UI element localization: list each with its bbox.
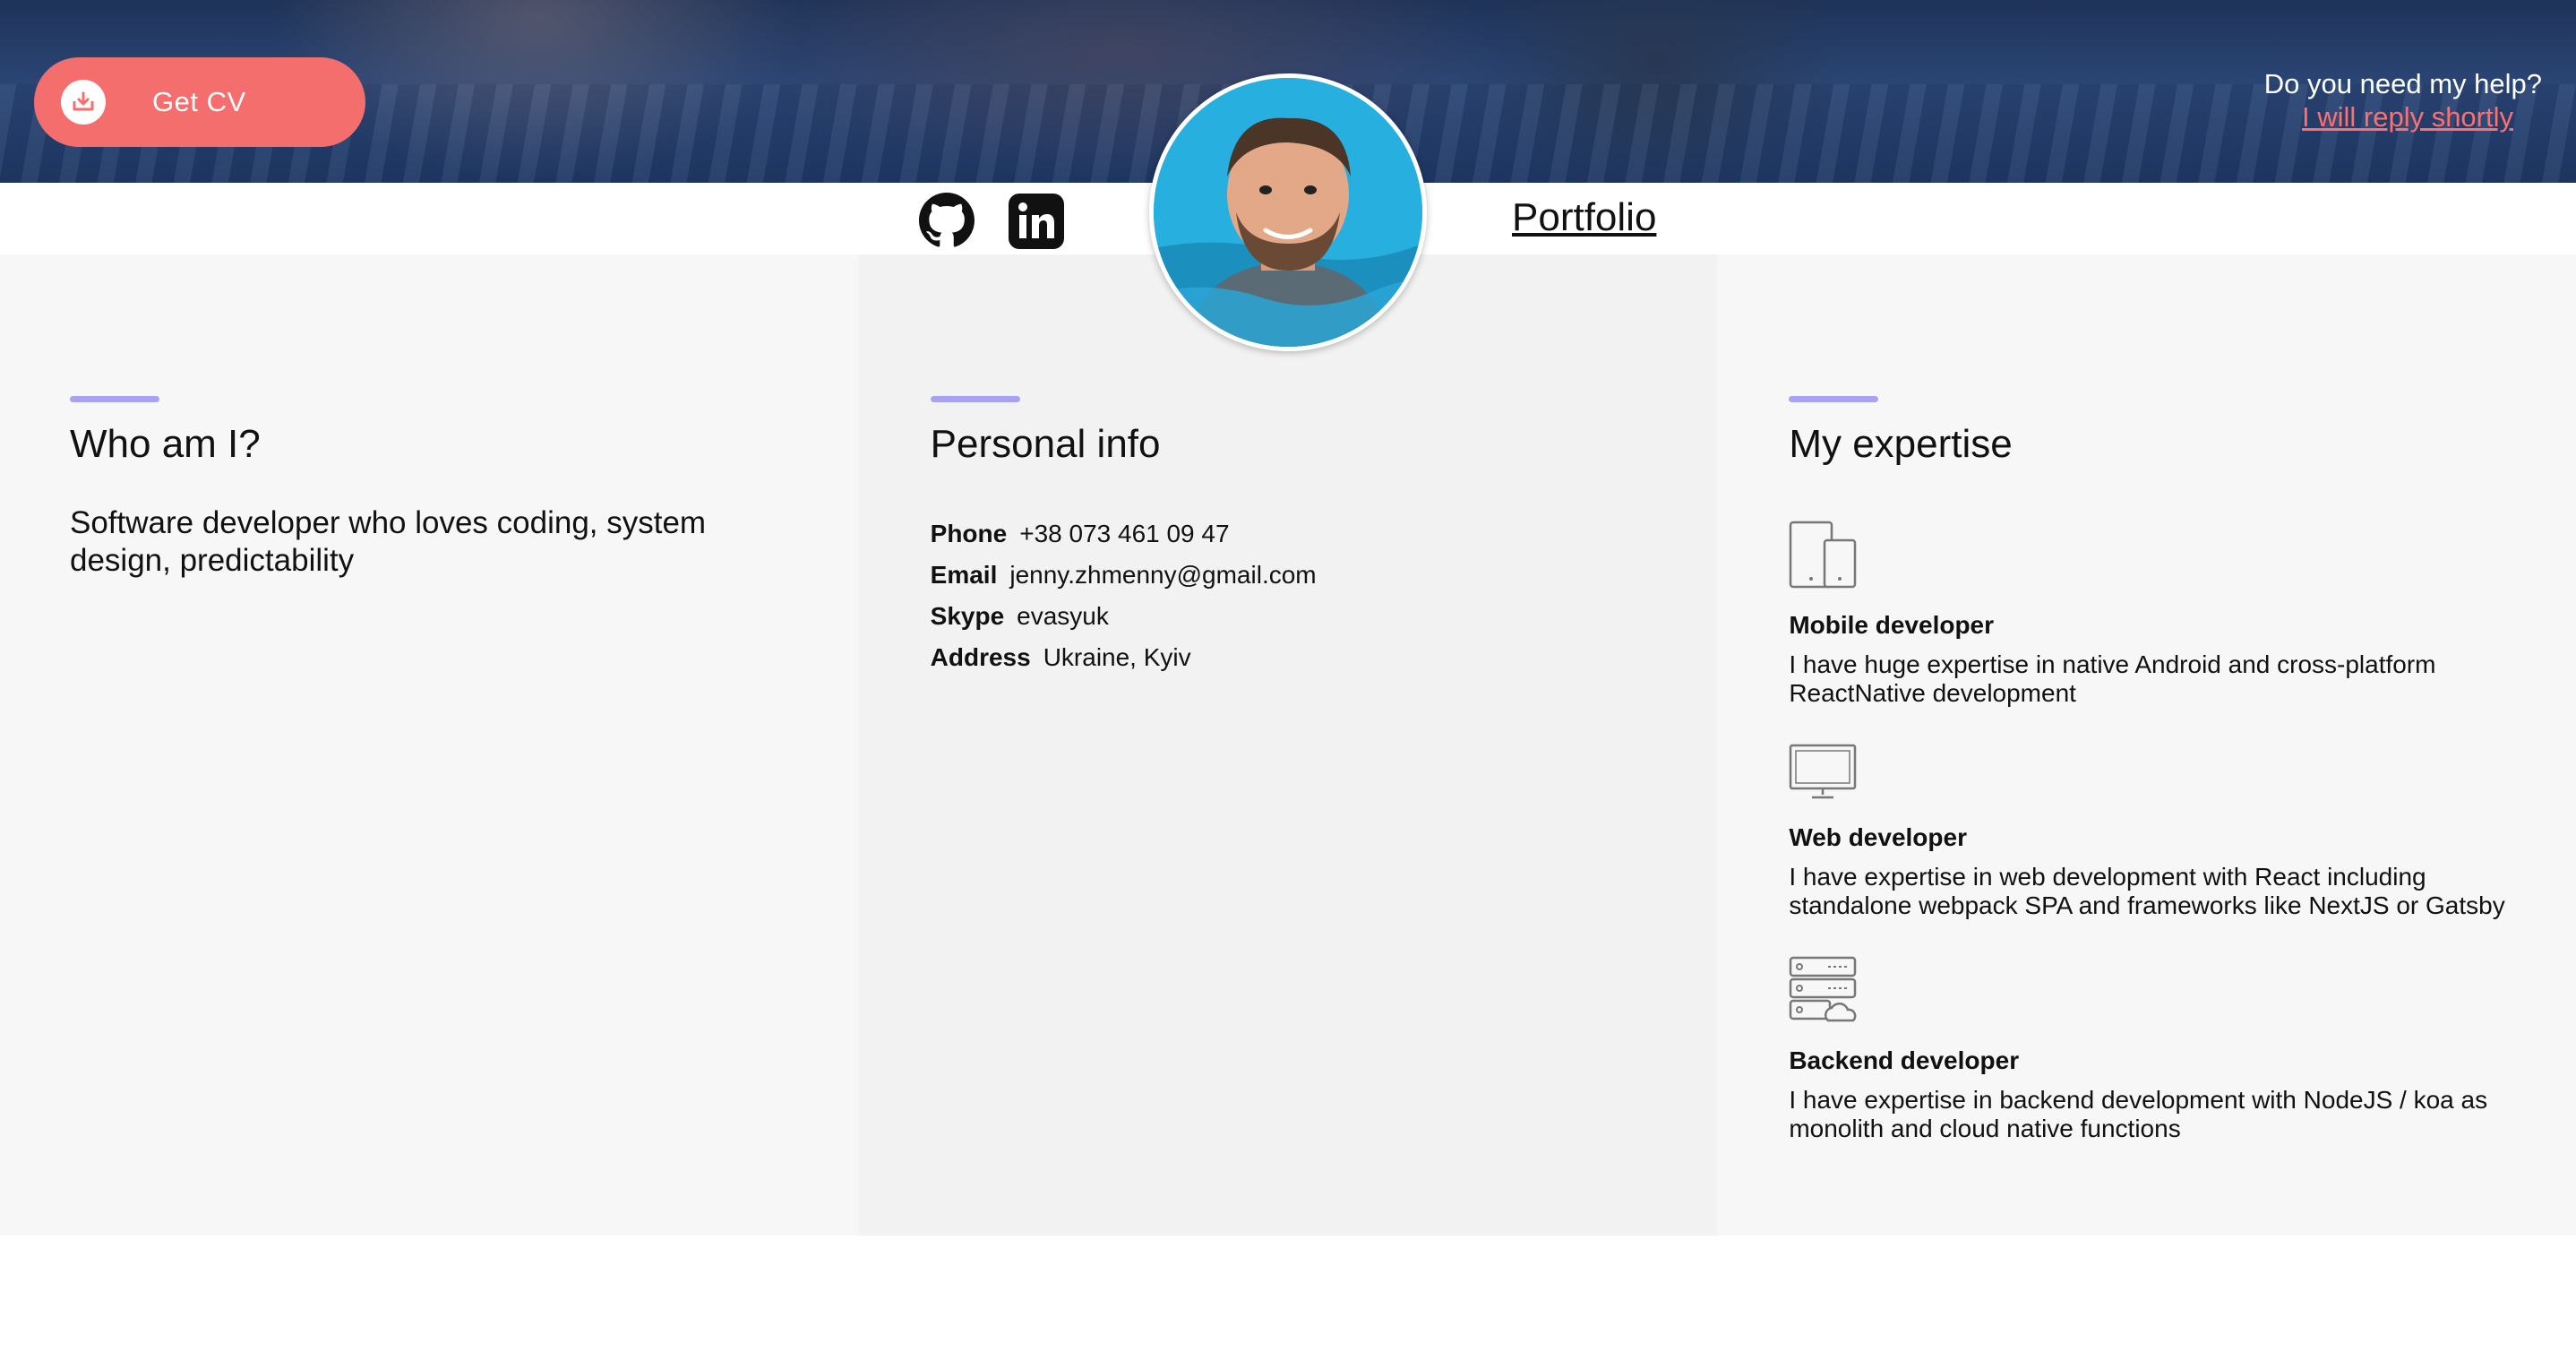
server-cloud-icon [1789,956,2576,1029]
expertise-item-backend: Backend developer I have expertise in ba… [1789,956,2576,1143]
github-icon[interactable] [919,193,975,248]
info-key: Address [930,643,1031,671]
info-key: Skype [930,602,1005,630]
download-icon [61,80,106,125]
get-cv-label: Get CV [152,86,246,117]
info-key: Email [930,561,998,589]
info-row-phone: Phone +38 073 461 09 47 [931,513,1718,555]
info-value: +38 073 461 09 47 [1019,520,1230,547]
expertise-item-mobile: Mobile developer I have huge expertise i… [1789,521,2576,708]
monitor-icon [1789,744,2576,805]
info-row-address: Address Ukraine, Kyiv [931,637,1718,678]
expertise-desc-backend: I have expertise in backend development … [1789,1086,2488,1142]
help-text: Do you need my help? [2263,68,2542,99]
personal-info-list: Phone +38 073 461 09 47 Email jenny.zhmenn… [931,513,1718,678]
get-cv-button[interactable]: Get CV [34,57,365,147]
portfolio-link[interactable]: Portfolio [1512,195,1656,240]
linkedin-icon[interactable] [1009,194,1064,249]
personal-info-title: Personal info [930,422,1161,466]
personal-info-column: Personal info Phone +38 073 461 09 47 Ema… [858,254,1718,1236]
info-value: jenny.zhmenny@gmail.com [1009,561,1317,589]
devices-icon [1789,521,2576,593]
about-title: Who am I? [70,422,261,466]
expertise-title-backend: Backend developer [1789,1046,2020,1074]
expertise-desc-mobile: I have huge expertise in native Android … [1789,650,2436,707]
info-key: Phone [930,520,1008,547]
about-text: Software developer who loves coding, sys… [70,505,707,578]
accent-bar [1789,396,1879,402]
expertise-column: My expertise Mobile developer I have hug… [1717,254,2576,1236]
info-row-skype: Skype evasyuk [931,596,1718,637]
content-columns: Who am I? Software developer who loves c… [0,254,2576,1236]
help-block: Do you need my help? I will reply shortl… [2264,68,2542,134]
expertise-title-mobile: Mobile developer [1789,611,1995,639]
info-row-email: Email jenny.zhmenny@gmail.com [931,555,1718,596]
accent-bar [930,396,1020,402]
accent-bar [70,396,159,402]
about-column: Who am I? Software developer who loves c… [0,254,859,1236]
info-value: evasyuk [1017,602,1109,630]
avatar [1149,73,1427,351]
expertise-title: My expertise [1789,422,2013,466]
reply-link[interactable]: I will reply shortly [2302,100,2513,134]
info-value: Ukraine, Kyiv [1043,643,1191,671]
expertise-desc-web: I have expertise in web development with… [1789,863,2505,919]
expertise-item-web: Web developer I have expertise in web de… [1789,744,2576,920]
expertise-title-web: Web developer [1789,823,1967,851]
